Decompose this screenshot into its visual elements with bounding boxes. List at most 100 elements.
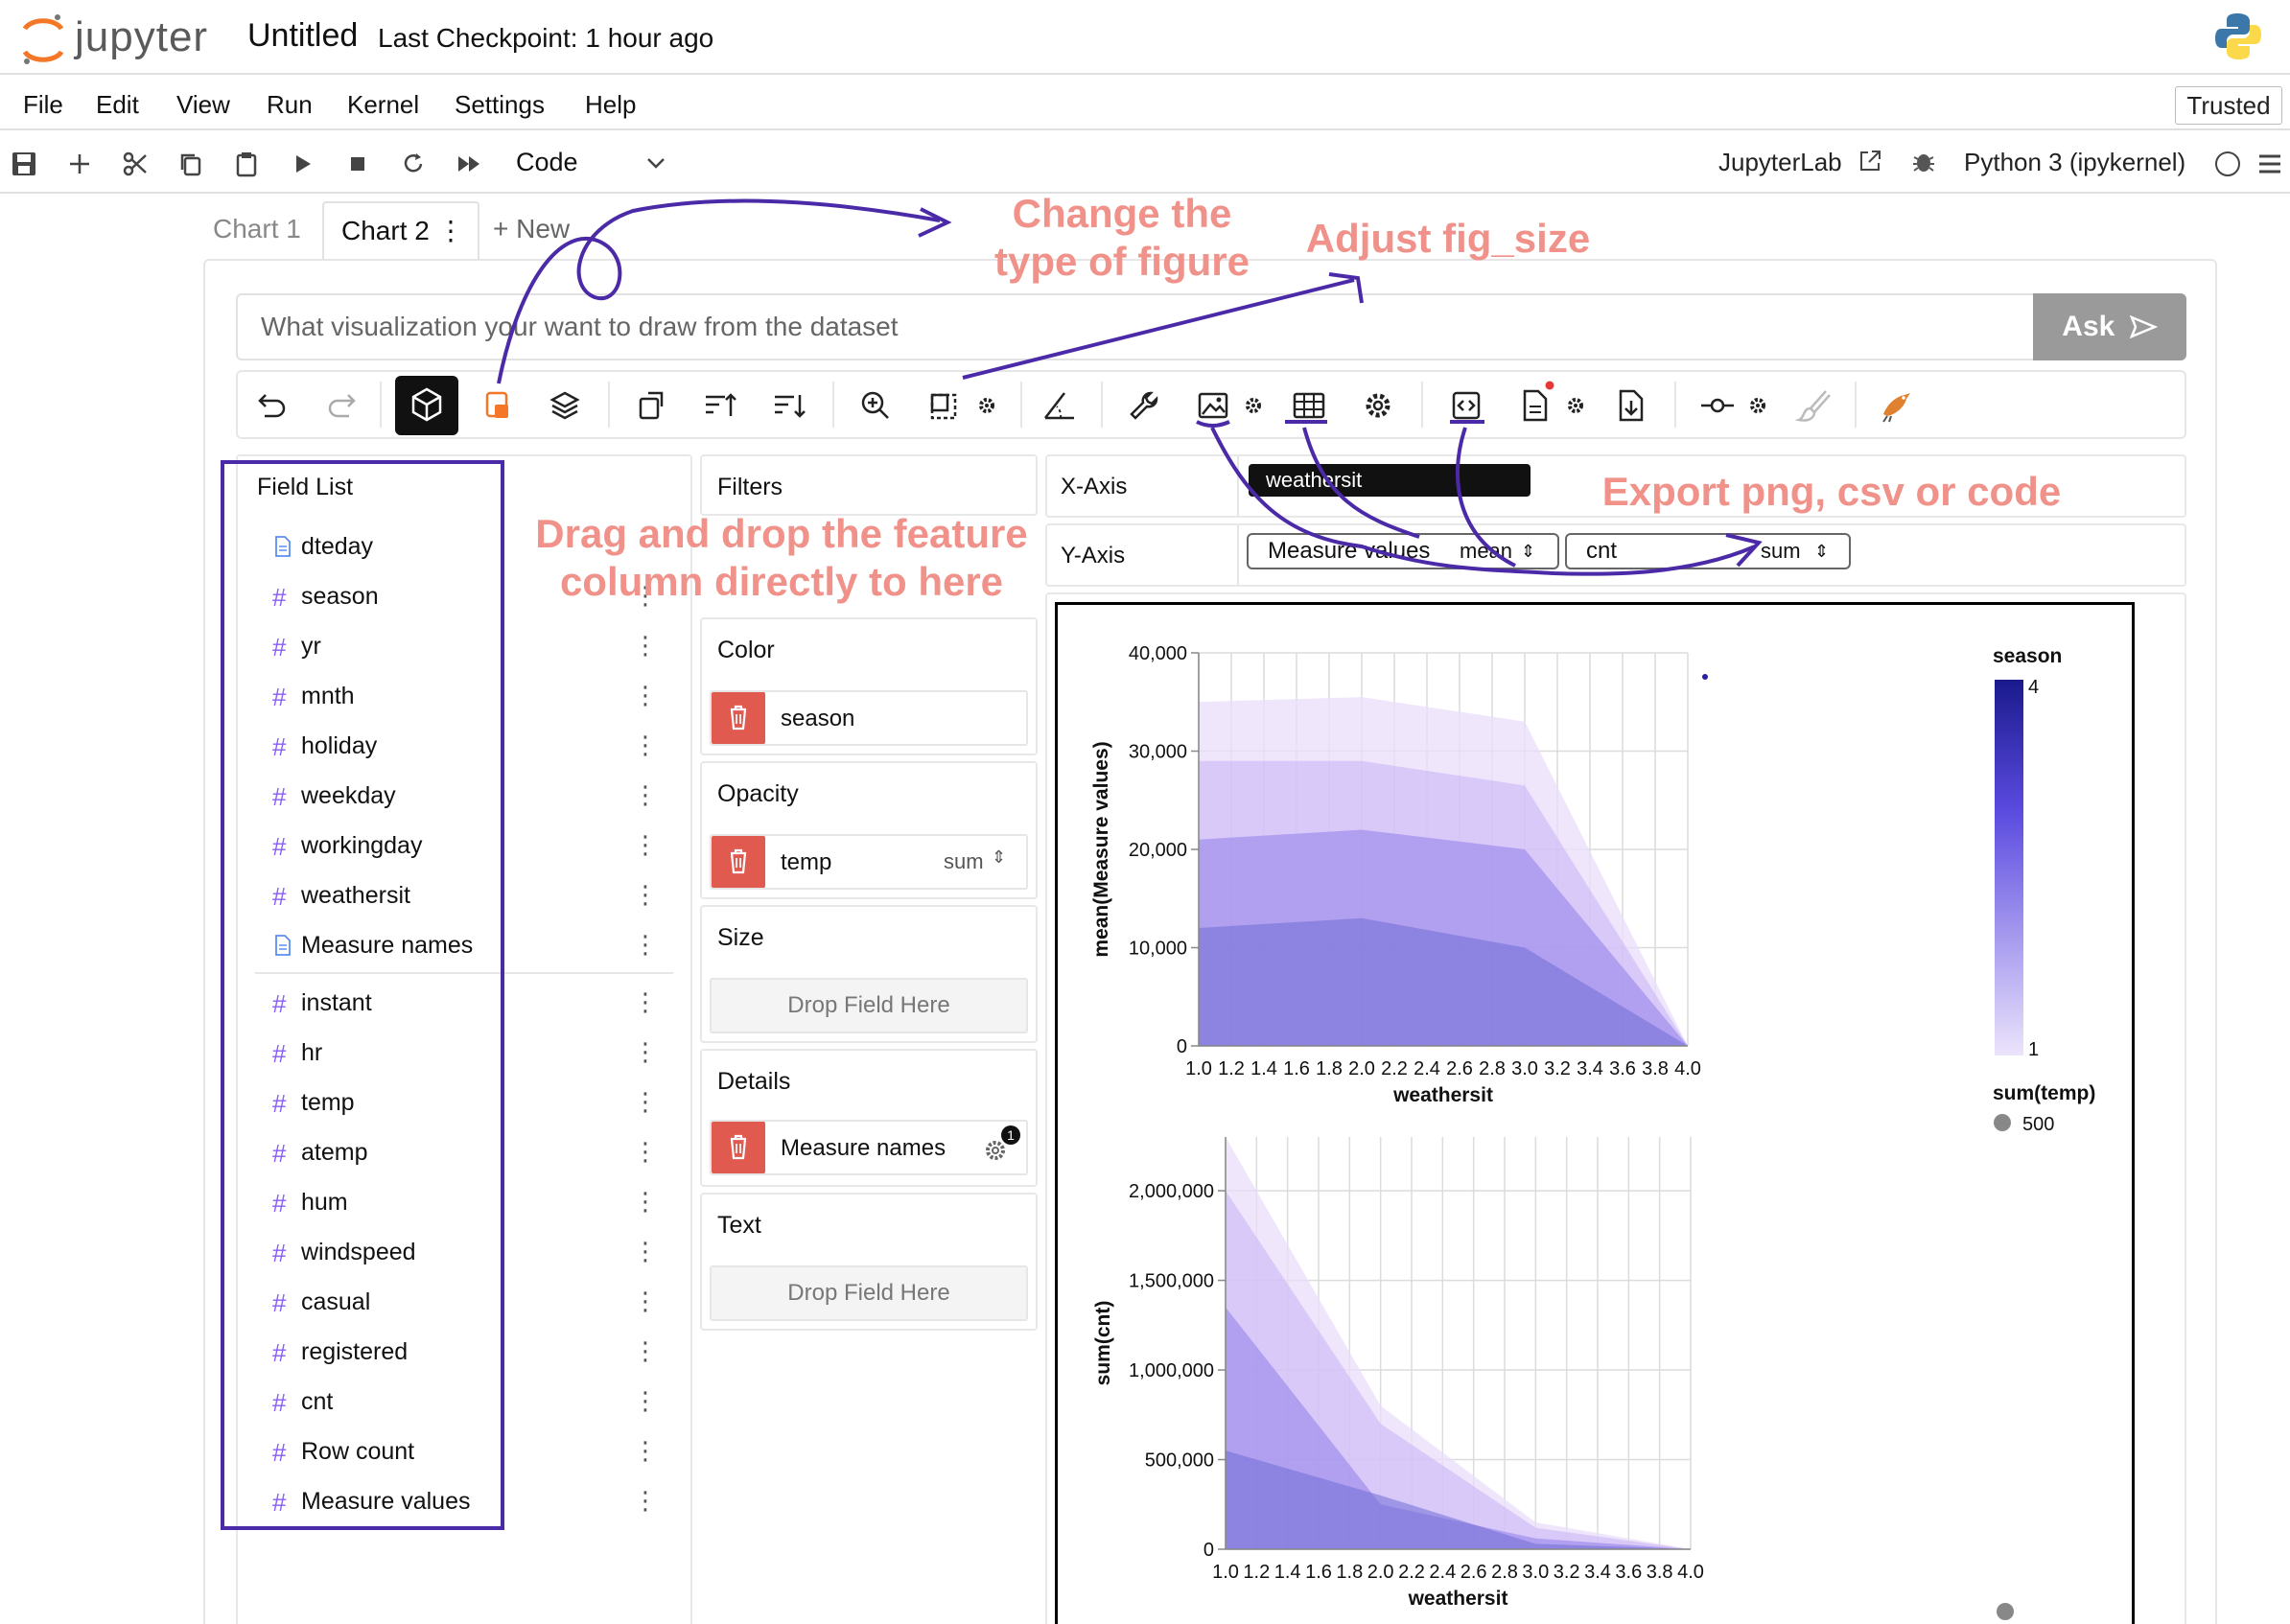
stop-icon[interactable] [343,150,372,178]
settings-icon[interactable] [1358,385,1398,426]
trusted-indicator[interactable]: Trusted [2175,86,2282,125]
updown-icon[interactable]: ⇕ [1521,535,1535,568]
tab-more-icon[interactable]: ⋮ [437,203,464,259]
text-drop-zone[interactable]: Drop Field Here [710,1265,1028,1321]
field-more-icon[interactable]: ⋮ [633,1237,658,1266]
undo-icon[interactable] [251,385,292,426]
field-item[interactable]: # yr ⋮ [272,629,658,667]
field-item[interactable]: # mnth ⋮ [272,679,658,717]
field-item[interactable]: # weathersit ⋮ [272,878,658,916]
transpose-icon[interactable] [631,385,671,426]
open-jupyterlab-link[interactable]: JupyterLab [1718,148,1842,177]
field-more-icon[interactable]: ⋮ [633,1137,658,1167]
field-more-icon[interactable]: ⋮ [633,930,658,960]
stack-icon[interactable] [478,385,518,426]
sort-ascending-icon[interactable] [700,385,740,426]
y-field-2-aggregation[interactable]: sum [1761,535,1801,568]
gear-icon[interactable] [976,395,997,416]
field-item[interactable]: # weekday ⋮ [272,778,658,817]
export-code-icon[interactable] [1446,385,1486,426]
coordinate-icon[interactable] [1040,385,1080,426]
opacity-field-chip[interactable]: temp sum ⇕ [710,834,1028,890]
menu-file[interactable]: File [23,90,63,120]
y-field-cnt-pill[interactable]: cnt sum ⇕ [1565,533,1851,569]
y-field-measure-values-pill[interactable]: Measure values mean ⇕ [1247,533,1559,569]
updown-icon[interactable]: ⇕ [1814,535,1829,568]
paste-icon[interactable] [232,150,261,178]
fast-forward-icon[interactable] [455,150,483,178]
kernel-name[interactable]: Python 3 (ipykernel) [1964,148,2185,177]
mark-type-button[interactable] [395,376,458,435]
field-more-icon[interactable]: ⋮ [633,1187,658,1217]
menu-run[interactable]: Run [267,90,313,120]
field-more-icon[interactable]: ⋮ [633,1386,658,1416]
x-axis-field-pill[interactable]: weathersit [1249,464,1531,497]
cut-icon[interactable] [121,150,150,178]
field-more-icon[interactable]: ⋮ [633,731,658,760]
debugger-bug-icon[interactable] [1910,148,1937,174]
field-more-icon[interactable]: ⋮ [633,880,658,910]
menu-edit[interactable]: Edit [96,90,139,120]
ask-button[interactable]: Ask [2033,293,2186,360]
new-chart-tab[interactable]: + New [493,201,570,259]
cell-type-select[interactable]: Code [516,148,578,177]
field-item[interactable]: # temp ⋮ [272,1085,658,1124]
document-icon[interactable] [1515,385,1555,426]
field-item[interactable]: Measure names ⋮ [272,928,658,966]
kanaries-bird-icon[interactable] [1876,385,1916,426]
field-item[interactable]: # hr ⋮ [272,1035,658,1074]
chevron-down-icon[interactable] [644,151,667,174]
restart-icon[interactable] [399,150,428,178]
field-more-icon[interactable]: ⋮ [633,987,658,1017]
field-more-icon[interactable]: ⋮ [633,1037,658,1067]
field-more-icon[interactable]: ⋮ [633,1336,658,1366]
field-item[interactable]: # atemp ⋮ [272,1135,658,1173]
notebook-title[interactable]: Untitled [247,17,358,55]
field-more-icon[interactable]: ⋮ [633,1087,658,1117]
tab-chart-1[interactable]: Chart 1 [213,201,309,259]
tab-chart-2[interactable]: Chart 2 ⋮ [322,201,479,259]
field-item[interactable]: # Row count ⋮ [272,1434,658,1473]
fig-size-icon[interactable] [924,385,965,426]
field-more-icon[interactable]: ⋮ [633,780,658,810]
field-more-icon[interactable]: ⋮ [633,681,658,710]
menu-icon[interactable] [2255,150,2284,178]
field-more-icon[interactable]: ⋮ [633,1287,658,1316]
gear-icon[interactable] [1243,395,1264,416]
updown-icon[interactable]: ⇕ [992,847,1006,868]
field-item[interactable]: # registered ⋮ [272,1334,658,1373]
y-field-1-aggregation[interactable]: mean [1460,535,1512,568]
field-item[interactable]: # instant ⋮ [272,986,658,1024]
gear-icon[interactable] [1747,395,1768,416]
menu-settings[interactable]: Settings [455,90,545,120]
redo-icon[interactable] [322,385,362,426]
commit-icon[interactable] [1697,385,1738,426]
export-csv-icon[interactable] [1289,385,1329,426]
field-more-icon[interactable]: ⋮ [633,830,658,860]
layers-icon[interactable] [545,385,585,426]
zoom-in-icon[interactable] [855,385,896,426]
ask-input[interactable]: What visualization your want to draw fro… [236,293,2035,360]
menu-view[interactable]: View [176,90,230,120]
details-field-chip[interactable]: Measure names 1 [710,1120,1028,1175]
save-icon[interactable] [10,150,38,178]
field-more-icon[interactable]: ⋮ [633,1436,658,1466]
remove-field-button[interactable] [712,1122,765,1173]
jupyter-logo[interactable]: jupyter [19,10,230,67]
field-more-icon[interactable]: ⋮ [633,1486,658,1516]
download-file-icon[interactable] [1611,385,1651,426]
field-more-icon[interactable]: ⋮ [633,631,658,661]
add-cell-icon[interactable] [65,150,94,178]
field-item[interactable]: # windspeed ⋮ [272,1235,658,1273]
field-item[interactable]: # hum ⋮ [272,1185,658,1223]
opacity-aggregation[interactable]: sum [944,849,984,874]
export-png-icon[interactable] [1193,385,1233,426]
chart-canvas[interactable]: 1.0 1.2 1.4 1.6 1.8 2.0 2.2 2.4 2.6 2.8 3.0 3.2 3.4 3… [1058,605,2132,1624]
remove-field-button[interactable] [712,836,765,888]
field-item[interactable]: # Measure values ⋮ [272,1484,658,1522]
remove-field-button[interactable] [712,692,765,744]
field-item[interactable]: # holiday ⋮ [272,729,658,767]
menu-help[interactable]: Help [585,90,636,120]
size-drop-zone[interactable]: Drop Field Here [710,978,1028,1033]
field-item[interactable]: # casual ⋮ [272,1285,658,1323]
